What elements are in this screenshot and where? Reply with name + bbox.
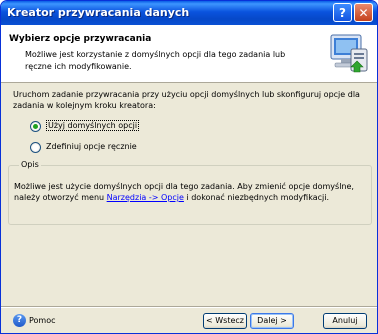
cancel-button[interactable]: Anuluj	[323, 313, 367, 329]
window-title: Kreator przywracania danych	[7, 6, 190, 19]
description-text-after: i dokonać niezbędnych modyfikacji.	[183, 193, 329, 202]
wizard-window: Kreator przywracania danych ? ✕ Wybierz …	[0, 0, 378, 334]
help-title-button[interactable]: ?	[333, 3, 352, 22]
close-button[interactable]: ✕	[354, 3, 373, 22]
tools-options-link[interactable]: Narzędzia -> Opcje	[107, 193, 184, 202]
help-circle-icon[interactable]: ?	[13, 314, 26, 327]
help-label[interactable]: Pomoc	[29, 316, 56, 325]
radio-label-manual[interactable]: Zdefiniuj opcje ręcznie	[46, 142, 137, 151]
radio-label-default[interactable]: Użyj domyślnych opcji	[46, 120, 140, 131]
wizard-header: Wybierz opcje przywracania Możliwe jest …	[1, 25, 377, 83]
footer-separator	[1, 306, 377, 308]
page-title: Wybierz opcje przywracania	[9, 34, 152, 44]
wizard-computer-icon	[330, 34, 368, 73]
radio-dot-icon	[33, 124, 38, 129]
title-bar[interactable]: Kreator przywracania danych ? ✕	[1, 1, 377, 25]
instruction-text: Uruchom zadanie przywracania przy użyciu…	[13, 90, 360, 110]
radio-use-default-options[interactable]: Użyj domyślnych opcji	[30, 120, 230, 134]
page-description: Możliwe jest korzystanie z domyślnych op…	[25, 50, 286, 71]
description-groupbox: Opis Możliwe jest użycie domyślnych opcj…	[8, 160, 372, 225]
groupbox-legend: Opis	[19, 160, 41, 169]
next-button[interactable]: Dalej >	[250, 313, 294, 329]
radio-button-selected[interactable]	[30, 121, 41, 132]
back-button[interactable]: < Wstecz	[203, 313, 247, 329]
radio-define-manually[interactable]: Zdefiniuj opcje ręcznie	[30, 141, 230, 155]
description-text: Możliwe jest użycie domyślnych opcji dla…	[14, 181, 366, 203]
radio-button-unselected[interactable]	[30, 142, 41, 153]
